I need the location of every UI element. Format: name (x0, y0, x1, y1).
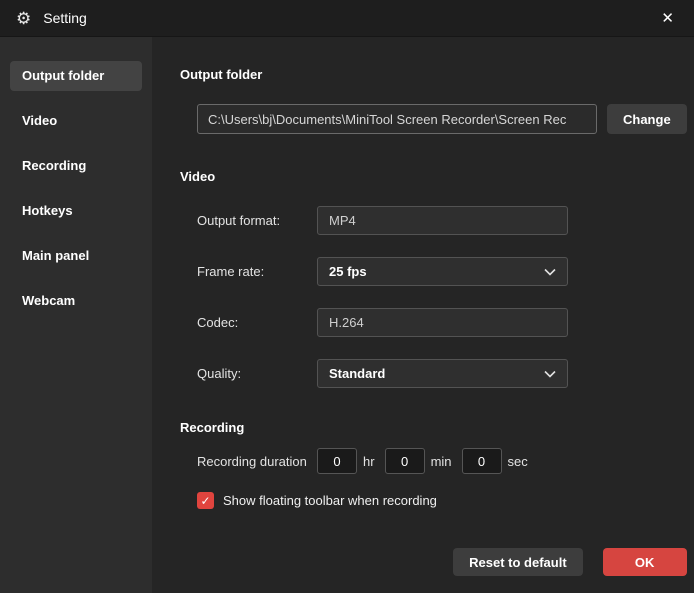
sidebar-item-video[interactable]: Video (10, 106, 142, 136)
titlebar: ⚙ Setting ✕ (0, 0, 694, 37)
codec-row: Codec: H.264 (197, 308, 687, 337)
output-format-field[interactable]: MP4 (317, 206, 568, 235)
sidebar-item-output-folder[interactable]: Output folder (10, 61, 142, 91)
codec-field[interactable]: H.264 (317, 308, 568, 337)
frame-rate-select[interactable]: 25 fps (317, 257, 568, 286)
video-heading: Video (180, 169, 687, 184)
output-folder-row: Change (197, 104, 687, 134)
sidebar-item-main-panel[interactable]: Main panel (10, 241, 142, 271)
chevron-down-icon (544, 268, 556, 276)
close-icon[interactable]: ✕ (657, 7, 678, 29)
gear-icon: ⚙ (16, 10, 31, 27)
quality-label: Quality: (197, 366, 317, 381)
main-area: Output folder Video Recording Hotkeys Ma… (0, 37, 694, 593)
quality-value: Standard (329, 366, 385, 381)
reset-to-default-button[interactable]: Reset to default (453, 548, 583, 576)
frame-rate-value: 25 fps (329, 264, 367, 279)
minutes-input[interactable] (385, 448, 425, 474)
recording-heading: Recording (180, 420, 687, 435)
sidebar-item-hotkeys[interactable]: Hotkeys (10, 196, 142, 226)
recording-duration-label: Recording duration (197, 454, 317, 469)
hours-unit-label: hr (363, 454, 375, 469)
output-folder-heading: Output folder (180, 67, 687, 82)
output-format-label: Output format: (197, 213, 317, 228)
ok-button[interactable]: OK (603, 548, 687, 576)
quality-select[interactable]: Standard (317, 359, 568, 388)
change-folder-button[interactable]: Change (607, 104, 687, 134)
output-folder-path-input[interactable] (197, 104, 597, 134)
footer-buttons: Reset to default OK (180, 548, 687, 576)
chevron-down-icon (544, 370, 556, 378)
minutes-unit-label: min (431, 454, 452, 469)
floating-toolbar-checkbox-row[interactable]: ✓ Show floating toolbar when recording (197, 492, 687, 509)
sidebar: Output folder Video Recording Hotkeys Ma… (0, 37, 152, 593)
frame-rate-row: Frame rate: 25 fps (197, 257, 687, 286)
hours-input[interactable] (317, 448, 357, 474)
checkbox-checked-icon[interactable]: ✓ (197, 492, 214, 509)
settings-panel: Output folder Change Video Output format… (152, 37, 694, 593)
floating-toolbar-checkbox-label: Show floating toolbar when recording (223, 493, 437, 508)
quality-row: Quality: Standard (197, 359, 687, 388)
frame-rate-label: Frame rate: (197, 264, 317, 279)
codec-label: Codec: (197, 315, 317, 330)
output-format-row: Output format: MP4 (197, 206, 687, 235)
window-title: Setting (43, 10, 87, 26)
sidebar-item-recording[interactable]: Recording (10, 151, 142, 181)
recording-duration-row: Recording duration hr min sec (197, 448, 687, 474)
seconds-unit-label: sec (508, 454, 528, 469)
sidebar-item-webcam[interactable]: Webcam (10, 286, 142, 316)
seconds-input[interactable] (462, 448, 502, 474)
